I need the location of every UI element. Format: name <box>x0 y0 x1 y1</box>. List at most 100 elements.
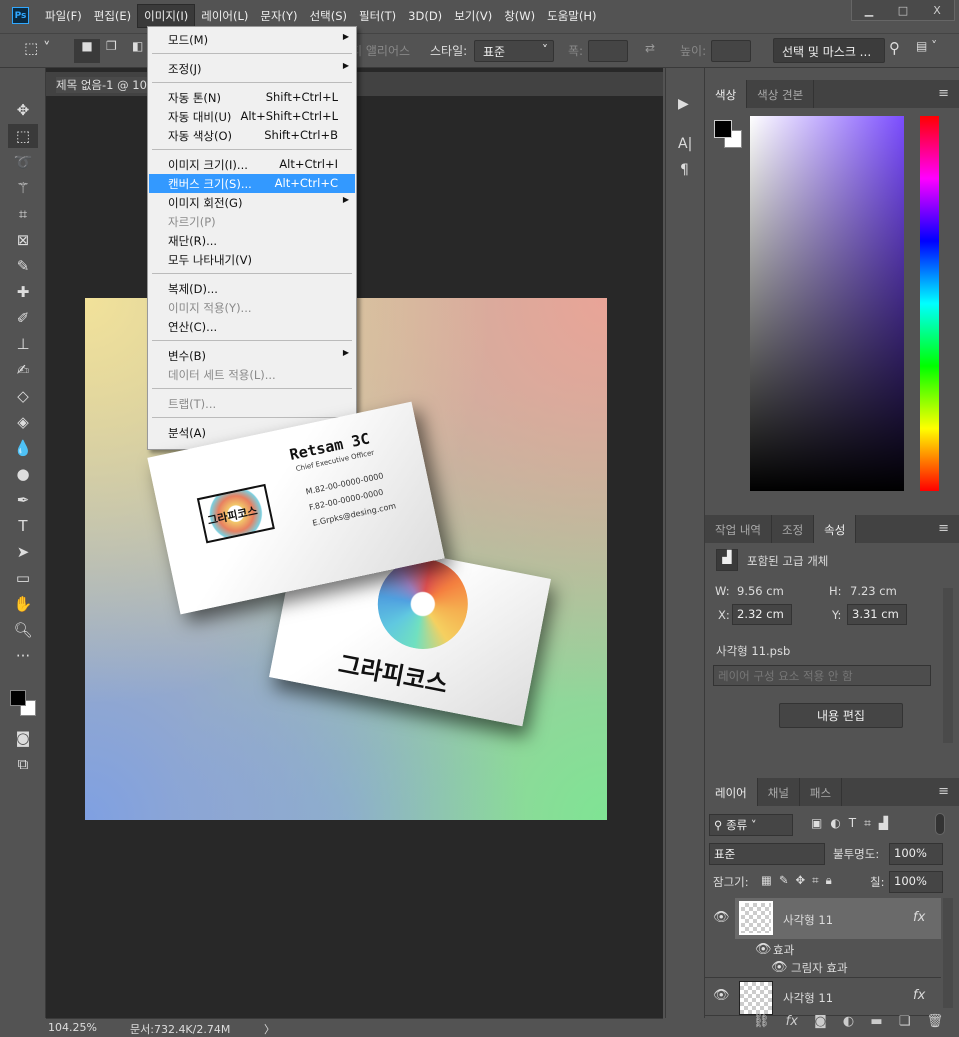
menu-item[interactable]: 자르기(P) <box>149 212 355 231</box>
color-field[interactable] <box>750 116 904 491</box>
select-and-mask-button[interactable]: 선택 및 마스크 ... <box>773 38 885 63</box>
mask-icon[interactable]: ◙ <box>814 1014 827 1029</box>
adjustment-icon[interactable]: ◐ <box>843 1014 854 1029</box>
hand-tool-icon[interactable]: ✋ <box>8 592 38 616</box>
tab-paths[interactable]: 패스 <box>800 778 843 806</box>
brush-tool-icon[interactable]: ✐ <box>8 306 38 330</box>
crop-tool-icon[interactable]: ⌗ <box>8 202 38 226</box>
menu-type[interactable]: 문자(Y) <box>254 5 303 27</box>
menu-filter[interactable]: 필터(T) <box>353 5 402 27</box>
layer-item[interactable]: 👁︎ 사각형 11 fx <box>705 978 941 1016</box>
menu-item[interactable]: 이미지 적용(Y)... <box>149 298 355 317</box>
menu-item[interactable]: 모두 나타내기(V) <box>149 250 355 269</box>
visibility-eye-icon[interactable]: 👁︎ <box>771 960 788 975</box>
history-brush-icon[interactable]: ✍ <box>8 358 38 382</box>
x-input[interactable]: 2.32 cm <box>732 604 792 625</box>
link-icon[interactable]: ⛓ <box>753 1014 770 1029</box>
tab-layers[interactable]: 레이어 <box>705 778 758 806</box>
tab-adjustments[interactable]: 조정 <box>772 515 815 543</box>
menu-image[interactable]: 이미지(I) <box>137 3 196 28</box>
healing-brush-icon[interactable]: ✚ <box>8 280 38 304</box>
tab-swatches[interactable]: 색상 견본 <box>747 80 815 108</box>
move-tool-icon[interactable]: ✥ <box>8 98 38 122</box>
magic-wand-icon[interactable]: ⚚ <box>8 176 38 200</box>
marquee-preset-icon[interactable]: ⬚ ˅ <box>24 39 50 57</box>
menu-item[interactable]: 이미지 크기(I)... Alt+Ctrl+I <box>149 155 355 174</box>
subtract-selection-icon[interactable]: ◧ <box>132 39 143 53</box>
layers-footer-buttons[interactable]: ⛓ fx ◙ ◐ ▬ ❏ 🗑︎ <box>705 1014 959 1036</box>
play-icon[interactable]: ▶ <box>678 96 689 112</box>
fx-icon[interactable]: fx <box>913 988 925 1003</box>
paint-bucket-icon[interactable]: ◈ <box>8 410 38 434</box>
layer-filter-select[interactable]: ⚲ 종류 ˅ <box>709 814 793 836</box>
menu-edit[interactable]: 편집(E) <box>88 5 137 27</box>
menu-item[interactable]: 자동 대비(U) Alt+Shift+Ctrl+L <box>149 107 355 126</box>
blend-mode-select[interactable]: 표준 <box>709 843 825 865</box>
fx-icon[interactable]: fx <box>913 910 925 925</box>
lasso-tool-icon[interactable]: ➰ <box>8 150 38 174</box>
menu-window[interactable]: 창(W) <box>498 5 541 27</box>
menu-item[interactable]: 데이터 세트 적용(L)... <box>149 365 355 384</box>
panel-menu-icon[interactable]: ≡ <box>938 784 949 799</box>
properties-scrollbar[interactable] <box>943 588 953 743</box>
fill-input[interactable]: 100% <box>889 871 943 893</box>
quick-mask-icon[interactable]: ◙ <box>8 726 38 750</box>
status-chevron-icon[interactable]: 〉 <box>264 1021 275 1037</box>
menu-layer[interactable]: 레이어(L) <box>195 5 254 27</box>
minimize-icon[interactable]: ▁ <box>852 0 886 20</box>
style-select[interactable]: 표준 ˅ <box>474 40 554 62</box>
fx-add-icon[interactable]: fx <box>786 1014 798 1029</box>
stamp-tool-icon[interactable]: ⊥ <box>8 332 38 356</box>
menu-item[interactable]: 연산(C)... <box>149 317 355 336</box>
layer-filter-icons[interactable]: ▣◐T⌗▟ <box>811 816 896 831</box>
foreground-color-swatch[interactable] <box>10 690 26 706</box>
path-select-icon[interactable]: ➤ <box>8 540 38 564</box>
paragraph-panel-icon[interactable]: ¶ <box>680 162 689 178</box>
more-tools-icon[interactable]: ··· <box>8 644 38 668</box>
panel-menu-icon[interactable]: ≡ <box>938 521 949 536</box>
menu-item[interactable]: 자동 톤(N) Shift+Ctrl+L <box>149 88 355 107</box>
eyedropper-icon[interactable]: ✎ <box>8 254 38 278</box>
width-input[interactable] <box>588 40 628 62</box>
zoom-tool-icon[interactable]: 🔍︎ <box>8 618 38 642</box>
marquee-tool-icon[interactable]: ⬚ <box>8 124 38 148</box>
type-tool-icon[interactable]: T <box>8 514 38 538</box>
menu-select[interactable]: 선택(S) <box>304 5 353 27</box>
close-icon[interactable]: X <box>920 0 954 20</box>
tab-color[interactable]: 색상 <box>705 80 748 108</box>
visibility-eye-icon[interactable]: 👁︎ <box>713 988 730 1003</box>
swap-icon[interactable]: ⇄ <box>645 41 655 55</box>
zoom-level[interactable]: 104.25% <box>48 1021 97 1034</box>
tab-properties[interactable]: 속성 <box>814 515 857 543</box>
search-icon[interactable]: ⚲ <box>889 39 900 57</box>
menu-file[interactable]: 파일(F) <box>39 5 88 27</box>
add-selection-icon[interactable]: ❐ <box>106 39 117 53</box>
panel-menu-icon[interactable]: ≡ <box>938 86 949 101</box>
menu-item[interactable]: 이미지 회전(G) ▶ <box>149 193 355 212</box>
layers-scrollbar[interactable] <box>943 898 953 1008</box>
group-icon[interactable]: ▬ <box>870 1014 882 1029</box>
character-panel-icon[interactable]: A| <box>678 136 692 152</box>
frame-tool-icon[interactable]: ⊠ <box>8 228 38 252</box>
menu-3d[interactable]: 3D(D) <box>402 6 448 26</box>
edit-contents-button[interactable]: 내용 편집 <box>779 703 903 728</box>
opacity-input[interactable]: 100% <box>889 843 943 865</box>
hue-slider[interactable] <box>920 116 939 491</box>
menu-item[interactable]: 자동 색상(O) Shift+Ctrl+B <box>149 126 355 145</box>
visibility-eye-icon[interactable]: 👁︎ <box>713 910 730 925</box>
rectangle-tool-icon[interactable]: ▭ <box>8 566 38 590</box>
height-input[interactable] <box>711 40 751 62</box>
menu-item[interactable]: 조정(J) ▶ <box>149 59 355 78</box>
menu-item[interactable]: 복제(D)... <box>149 279 355 298</box>
blur-tool-icon[interactable]: 💧 <box>8 436 38 460</box>
visibility-eye-icon[interactable]: 👁︎ <box>755 942 772 957</box>
filter-toggle[interactable] <box>935 813 945 835</box>
menu-item[interactable]: 트랩(T)... <box>149 394 355 413</box>
layer-item[interactable]: 👁︎ 사각형 11 fx 👁︎ 효과 👁︎ 그림자 효과 <box>705 898 941 978</box>
y-input[interactable]: 3.31 cm <box>847 604 907 625</box>
menu-item[interactable]: 재단(R)... <box>149 231 355 250</box>
menu-help[interactable]: 도움말(H) <box>541 5 602 27</box>
pen-tool-icon[interactable]: ✒ <box>8 488 38 512</box>
new-selection-icon[interactable]: ■ <box>74 39 100 63</box>
screen-mode-icon[interactable]: ⧉ <box>8 752 38 776</box>
